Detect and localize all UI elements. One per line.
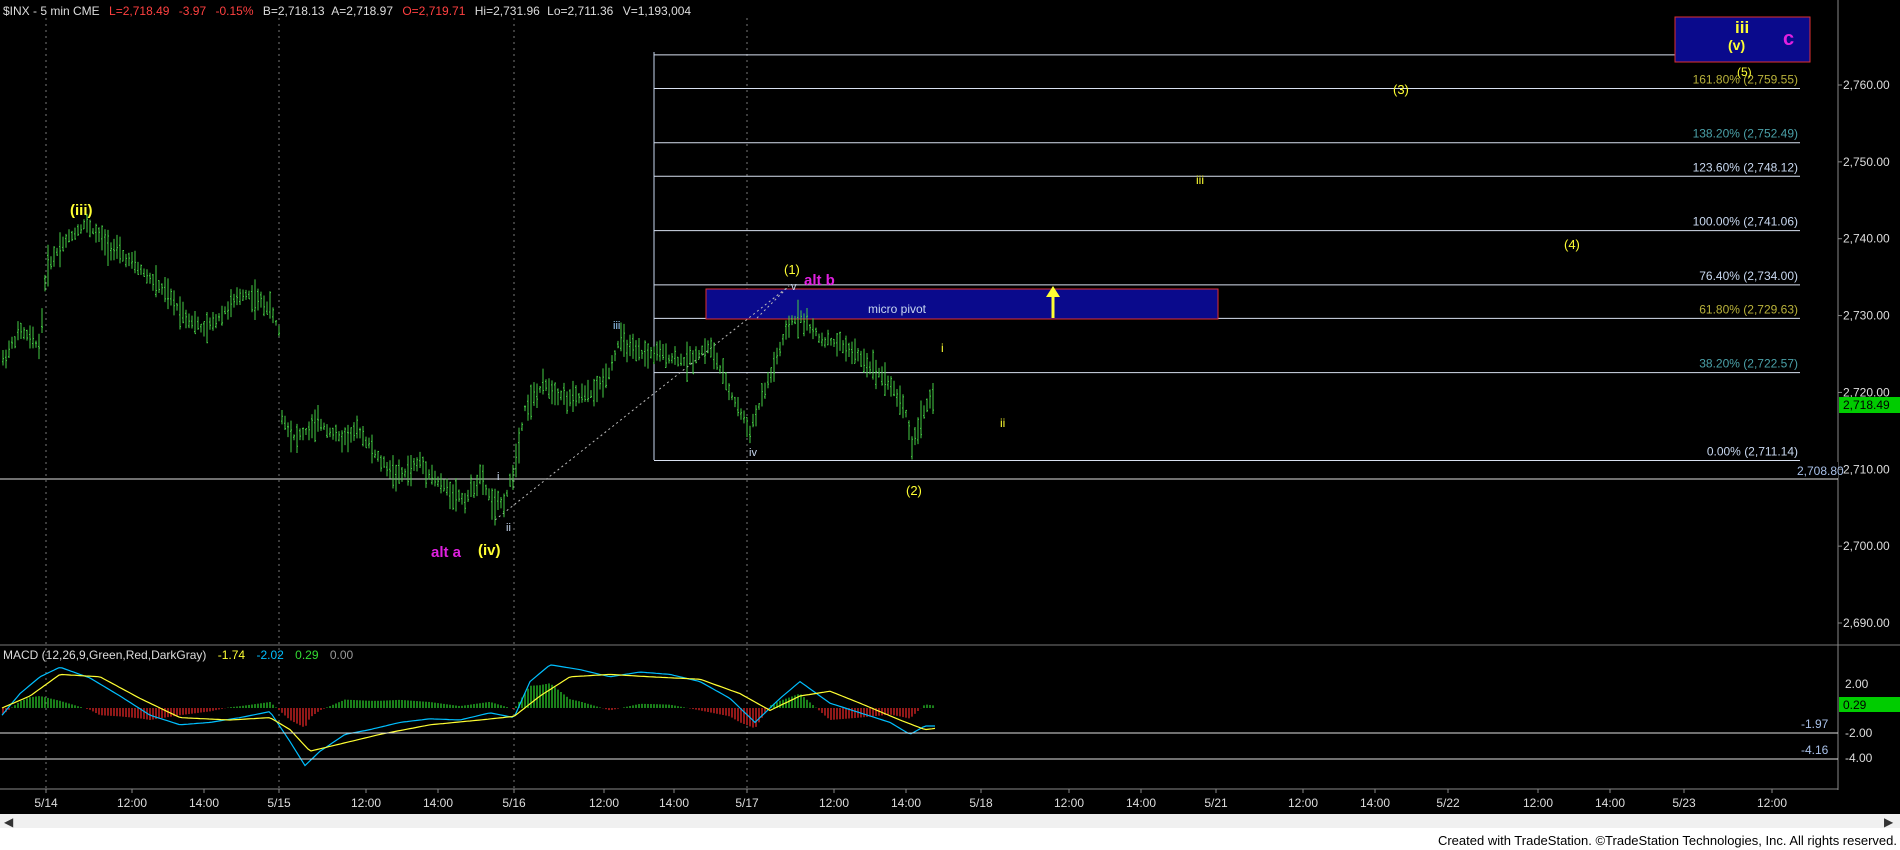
fib-label: 38.20% (2,722.57) (1699, 357, 1798, 371)
fib-label: 100.00% (2,741.06) (1693, 215, 1798, 229)
fib-label: 123.60% (2,748.12) (1693, 160, 1798, 174)
bid-label: B=2,718.13 (263, 4, 325, 18)
annot-v-small: v (791, 281, 797, 293)
annot-iii-yellow: iii (1196, 173, 1204, 187)
horizontal-scrollbar[interactable] (0, 814, 1900, 828)
annot-1-paren: (1) (784, 262, 800, 277)
lo-label: Lo=2,711.36 (547, 4, 614, 18)
last-price-tag: 2,718.49 (1843, 398, 1890, 412)
price-tick-label: 2,690.00 (1843, 616, 1890, 630)
time-tick-label: 5/21 (1204, 796, 1228, 810)
time-tick-label: 12:00 (1523, 796, 1553, 810)
annot-5-paren: (5) (1737, 65, 1752, 79)
time-tick-label: 12:00 (1288, 796, 1318, 810)
annot-iii-big: iii (1735, 18, 1749, 37)
macd-tick-3: -4.00 (1845, 751, 1873, 765)
macd-level-label-2: -4.16 (1801, 743, 1829, 757)
time-tick-label: 5/16 (502, 796, 526, 810)
annot-i-yellow: i (941, 341, 944, 355)
micro-pivot-box (705, 288, 1219, 320)
annot-iii-small: iii (613, 320, 620, 332)
fib-label: 138.20% (2,752.49) (1693, 127, 1798, 141)
time-tick-label: 12:00 (819, 796, 849, 810)
fib-label: 76.40% (2,734.00) (1699, 269, 1798, 283)
time-tick-label: 14:00 (189, 796, 219, 810)
open-label: O=2,719.71 (402, 4, 465, 18)
annot-iv-paren: (iv) (478, 542, 501, 559)
time-tick-label: 5/18 (969, 796, 993, 810)
time-tick-label: 12:00 (589, 796, 619, 810)
annot-alt-a: alt a (431, 544, 462, 561)
fib-label: 61.80% (2,729.63) (1699, 302, 1798, 316)
macd-value-3: 0.29 (295, 648, 319, 662)
vol-label: V=1,193,004 (623, 4, 692, 18)
ask-label: A=2,718.97 (331, 4, 393, 18)
time-tick-label: 14:00 (659, 796, 689, 810)
annot-alt-b: alt b (804, 272, 835, 289)
annot-2-paren: (2) (906, 483, 922, 498)
time-tick-label: 12:00 (1054, 796, 1084, 810)
time-tick-label: 12:00 (117, 796, 147, 810)
time-tick-label: 14:00 (891, 796, 921, 810)
time-tick-label: 12:00 (1757, 796, 1787, 810)
time-tick-label: 5/14 (34, 796, 58, 810)
macd-level-label-1: -1.97 (1801, 717, 1829, 731)
time-tick-label: 12:00 (351, 796, 381, 810)
annot-4-paren: (4) (1564, 237, 1580, 252)
annot-c: c (1783, 28, 1794, 50)
fib-label: 0.00% (2,711.14) (1707, 445, 1798, 459)
time-tick-label: 5/22 (1436, 796, 1460, 810)
macd-title: MACD (12,26,9,Green,Red,DarkGray) (3, 648, 206, 662)
last-label: L=2,718.49 (109, 4, 170, 18)
chart-window: 170.00% (2,763.92)161.80% (2,759.55)138.… (0, 0, 1900, 850)
macd-tick-2: -2.00 (1845, 726, 1873, 740)
macd-value-4: 0.00 (330, 648, 354, 662)
price-tick-label: 2,760.00 (1843, 78, 1890, 92)
annot-ii-small: ii (506, 522, 511, 534)
price-tick-label: 2,700.00 (1843, 539, 1890, 553)
time-tick-label: 14:00 (423, 796, 453, 810)
change-label: -3.97 (179, 4, 207, 18)
time-tick-label: 14:00 (1360, 796, 1390, 810)
support-tag: 2,708.80 (1797, 464, 1844, 478)
micro-pivot-label: micro pivot (868, 302, 927, 316)
annot-i-small: i (497, 471, 499, 483)
scroll-left-icon[interactable]: ◀ (4, 815, 14, 829)
time-tick-label: 14:00 (1126, 796, 1156, 810)
annot-iii-paren: (iii) (70, 202, 93, 219)
annot-v-paren: (v) (1728, 37, 1745, 53)
annot-ii-yellow: ii (1000, 416, 1005, 430)
price-tick-label: 2,730.00 (1843, 309, 1890, 323)
footer-credit: Created with TradeStation. ©TradeStation… (1438, 833, 1897, 848)
macd-tick-1: 2.00 (1845, 677, 1869, 691)
annot-iv-small: iv (749, 447, 757, 459)
price-tick-label: 2,740.00 (1843, 232, 1890, 246)
time-tick-label: 5/23 (1672, 796, 1696, 810)
symbol-label: $INX - 5 min CME (3, 4, 100, 18)
time-tick-label: 5/17 (735, 796, 759, 810)
time-tick-label: 14:00 (1595, 796, 1625, 810)
pct-label: -0.15% (215, 4, 253, 18)
macd-header: MACD (12,26,9,Green,Red,DarkGray) -1.74 … (3, 648, 354, 662)
macd-last-tag: 0.29 (1843, 698, 1867, 712)
hi-label: Hi=2,731.96 (475, 4, 540, 18)
price-tick-label: 2,710.00 (1843, 462, 1890, 476)
annot-3-paren: (3) (1393, 82, 1409, 97)
macd-value-2: -2.02 (256, 648, 284, 662)
price-tick-label: 2,750.00 (1843, 155, 1890, 169)
time-tick-label: 5/15 (267, 796, 291, 810)
scroll-right-icon[interactable]: ▶ (1884, 815, 1894, 829)
macd-value-1: -1.74 (218, 648, 246, 662)
